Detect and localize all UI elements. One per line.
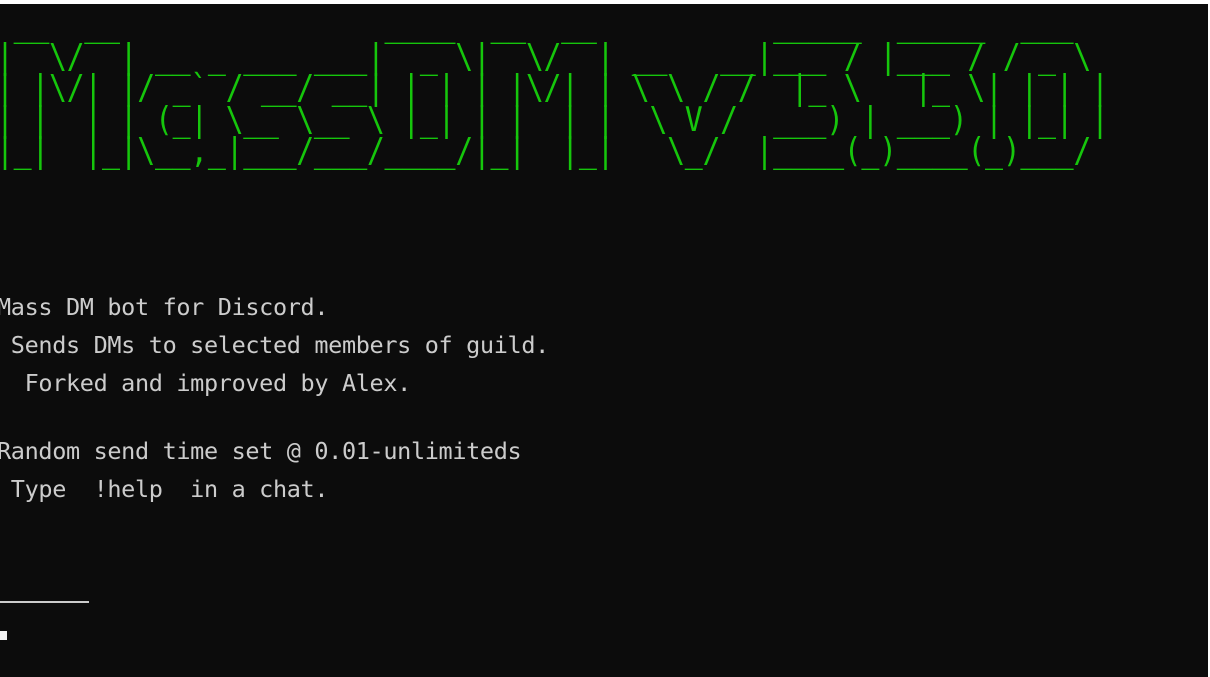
output-line-help-hint: Type !help in a chat. — [0, 475, 329, 503]
ascii-art-banner: __ __ ____ __ __ _____ _____ ___ | \/ | … — [0, 5, 1109, 171]
output-line-forked: Forked and improved by Alex. — [0, 369, 412, 397]
output-line-description: Mass DM bot for Discord. — [0, 293, 329, 321]
console-window[interactable]: __ __ ____ __ __ _____ _____ ___ | \/ | … — [0, 4, 1208, 677]
horizontal-rule — [0, 601, 89, 603]
text-cursor — [0, 631, 7, 640]
output-line-sends-dms: Sends DMs to selected members of guild. — [0, 331, 549, 359]
output-line-random-send-time: Random send time set @ 0.01-unlimiteds — [0, 437, 522, 465]
